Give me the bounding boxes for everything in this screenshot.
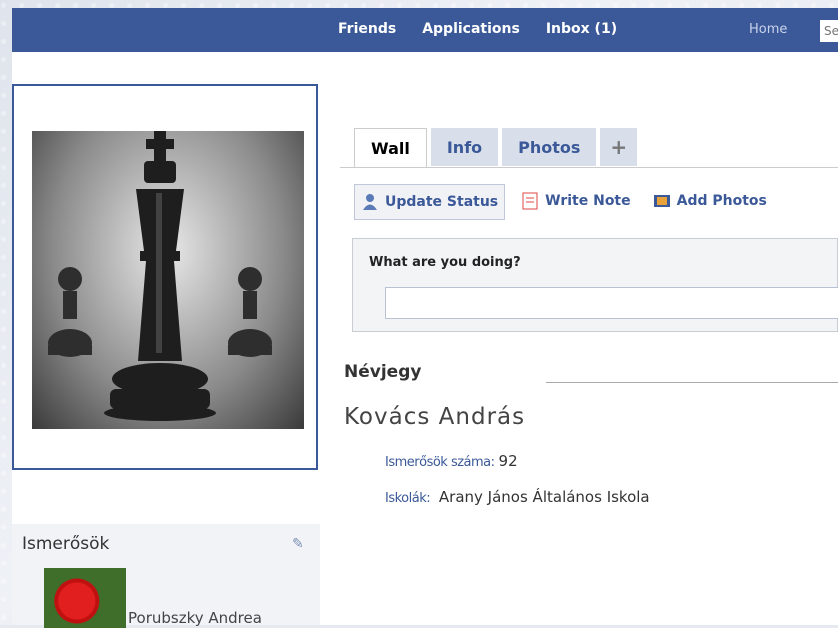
top-navigation-bar: Friends Applications Inbox (1) Home <box>12 8 838 53</box>
nav-inbox[interactable]: Inbox (1) <box>546 21 617 37</box>
nav-home[interactable]: Home <box>749 22 787 37</box>
add-tab-button[interactable]: + <box>600 128 638 166</box>
person-icon <box>363 194 377 210</box>
friends-count-label: Ismerősök száma: <box>385 455 495 470</box>
tab-photos[interactable]: Photos <box>502 128 597 166</box>
tab-info[interactable]: Info <box>430 128 499 166</box>
nav-friends[interactable]: Friends <box>338 21 396 37</box>
friends-box: Ismerősök ✎ Porubszky Andrea <box>12 524 320 628</box>
friend-name[interactable]: Porubszky Andrea <box>128 609 262 627</box>
about-heading: Névjegy <box>344 362 422 382</box>
tabs-divider <box>340 167 838 168</box>
profile-photo[interactable] <box>32 131 304 429</box>
status-question: What are you doing? <box>369 255 521 270</box>
update-status-button[interactable]: Update Status <box>354 184 506 220</box>
note-icon <box>522 192 538 210</box>
top-nav: Friends Applications Inbox (1) <box>338 21 617 37</box>
write-note-button[interactable]: Write Note <box>515 184 636 218</box>
friends-box-title: Ismerősök <box>22 534 110 554</box>
photo-icon <box>653 195 670 207</box>
profile-picture-box <box>12 84 318 470</box>
profile-tabs: Wall Info Photos + <box>354 128 638 167</box>
school-row: Iskolák: Arany János Általános Iskola <box>385 488 650 506</box>
about-divider <box>546 382 838 383</box>
search-input[interactable] <box>820 20 838 42</box>
friends-count-row: Ismerősök száma: 92 <box>385 452 518 470</box>
school-value[interactable]: Arany János Általános Iskola <box>439 488 650 506</box>
add-photos-label: Add Photos <box>676 193 767 209</box>
add-photos-button[interactable]: Add Photos <box>647 184 773 218</box>
write-note-label: Write Note <box>545 193 631 209</box>
pencil-icon[interactable]: ✎ <box>292 536 304 552</box>
publisher-actions: Update Status Write Note Add Photos <box>354 184 773 220</box>
school-label: Iskolák: <box>385 491 431 506</box>
profile-name: Kovács András <box>344 404 526 430</box>
friend-photo[interactable] <box>44 568 126 628</box>
status-composer: What are you doing? <box>352 238 838 332</box>
friends-count-value: 92 <box>498 452 518 470</box>
update-status-label: Update Status <box>385 194 499 210</box>
nav-applications[interactable]: Applications <box>422 21 520 37</box>
tab-wall[interactable]: Wall <box>354 128 427 167</box>
status-input[interactable] <box>385 287 838 319</box>
